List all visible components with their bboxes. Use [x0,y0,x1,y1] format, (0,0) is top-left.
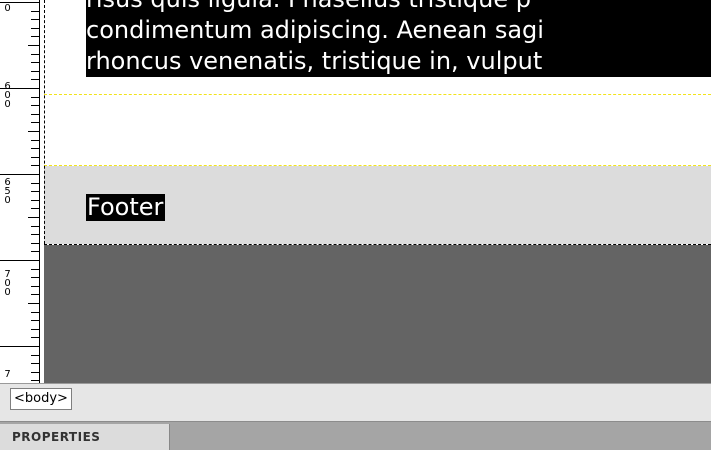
ruler-label: 600 [4,81,11,110]
paragraph-line: condimentum adipiscing. Aenean sagi [86,16,544,44]
ruler-tick [28,217,39,218]
ruler-tick [31,243,39,244]
footer-text[interactable]: Footer [86,194,166,221]
ruler-tick [31,329,39,330]
ruler-tick [0,346,40,347]
ruler-tick [31,372,39,373]
ruler-tick [31,286,39,287]
page-outline [44,244,711,245]
ruler-tick [31,269,39,270]
paragraph-line: rhoncus venenatis, tristique in, vulput [86,47,543,75]
ruler-tick [31,165,39,166]
footer-region[interactable]: Footer [44,166,711,244]
tag-selector-bar: <body> [0,383,711,422]
ruler-tick [31,79,39,80]
ruler-tick [31,97,39,98]
vertical-ruler[interactable]: 0 600 650 700 7 [0,0,44,383]
ruler-tick [28,303,39,304]
ruler-tick [31,122,39,123]
ruler-tick [31,226,39,227]
ruler-tick [31,183,39,184]
page-outline [44,0,45,244]
ruler-tick [31,105,39,106]
ruler-edge [39,0,40,383]
ruler-tick [31,200,39,201]
ruler-label: 650 [4,177,11,206]
ruler-label: 7 [4,369,11,380]
ruler-label: 0 [4,3,11,14]
selected-paragraph[interactable]: risus quis ligula. Phasellus tristique p… [86,0,711,77]
ruler-tick [28,45,39,46]
page-body[interactable]: risus quis ligula. Phasellus tristique p… [44,0,711,245]
ruler-tick [0,260,40,261]
body-tag-button[interactable]: <body> [10,388,72,410]
ruler-tick [31,363,39,364]
properties-tab[interactable]: PROPERTIES [0,424,170,450]
ruler-tick [31,11,39,12]
ruler-tick [31,355,39,356]
ruler-label: 700 [4,269,11,298]
design-canvas[interactable]: risus quis ligula. Phasellus tristique p… [44,0,711,383]
ruler-tick [31,294,39,295]
ruler-tick [28,131,39,132]
ruler-tick [31,157,39,158]
ruler-tick [31,191,39,192]
content-region[interactable]: risus quis ligula. Phasellus tristique p… [44,0,711,95]
ruler-tick [31,140,39,141]
ruler-tick [0,174,40,175]
ruler-tick [31,28,39,29]
ruler-tick [31,208,39,209]
ruler-tick [31,62,39,63]
ruler-tick [31,114,39,115]
ruler-tick [31,19,39,20]
ruler-tick [31,312,39,313]
ruler-tick [31,251,39,252]
properties-panel: PROPERTIES [0,421,711,450]
ruler-tick [31,36,39,37]
guide-line [44,94,711,95]
ruler-tick [31,320,39,321]
ruler-tick [31,54,39,55]
ruler-tick [31,277,39,278]
ruler-tick [31,71,39,72]
paragraph-line: risus quis ligula. Phasellus tristique p [86,0,711,15]
ruler-tick [31,337,39,338]
ruler-tick [31,234,39,235]
ruler-tick [31,380,39,381]
ruler-tick [31,148,39,149]
